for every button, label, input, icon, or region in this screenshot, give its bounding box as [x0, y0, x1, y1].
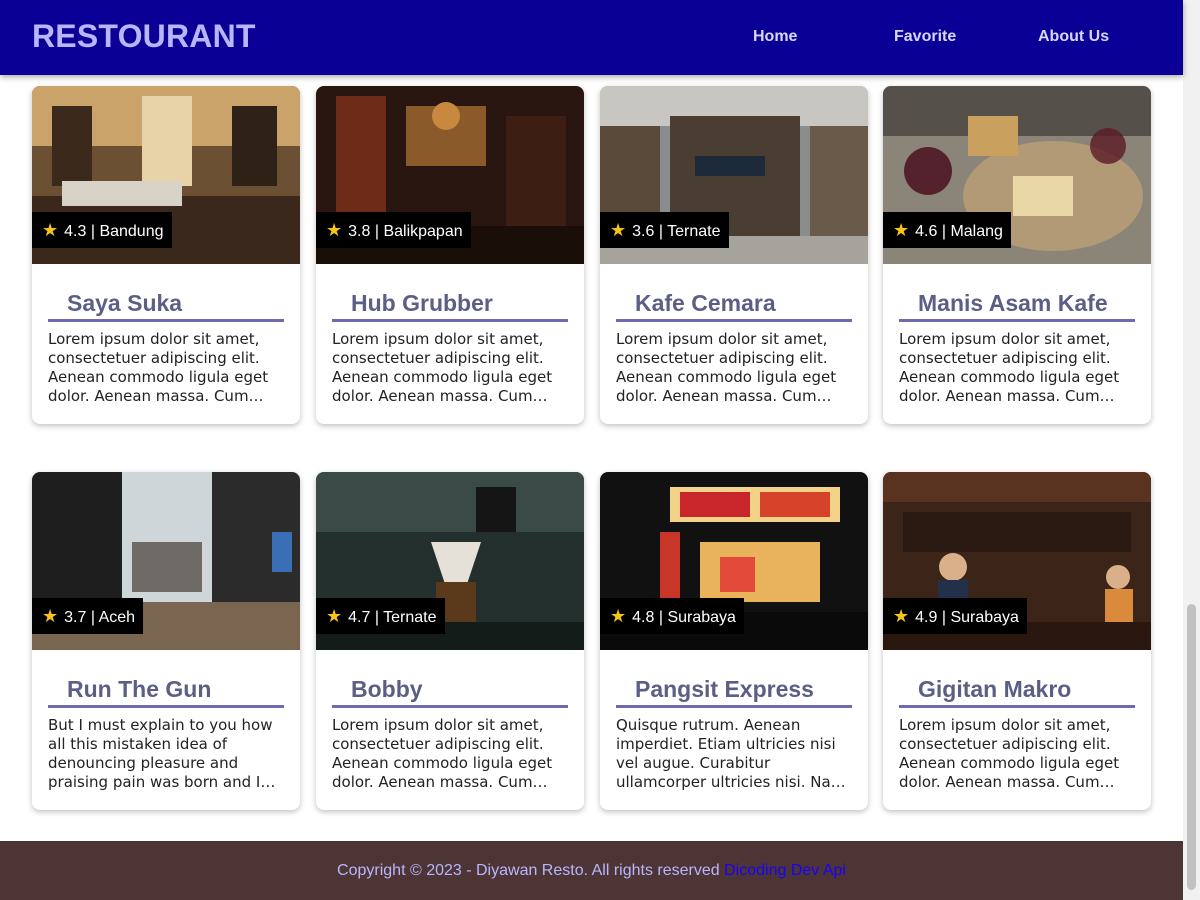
rating-separator: |: [370, 609, 384, 626]
rating-badge: ★ 4.6 | Malang: [883, 212, 1011, 248]
rating-value: 3.8: [348, 223, 371, 240]
rating-value: 3.7: [64, 609, 87, 626]
star-icon: ★: [326, 606, 343, 626]
rating-badge: ★ 3.7 | Aceh: [32, 598, 144, 634]
restaurant-card[interactable]: ★ 3.7 | Aceh Run The Gun But I must explain…: [32, 472, 300, 810]
star-icon: ★: [610, 606, 627, 626]
star-icon: ★: [326, 220, 343, 240]
restaurant-city: Bandung: [99, 223, 164, 240]
rating-badge: ★ 4.3 | Bandung: [32, 212, 172, 248]
rating-badge: ★ 4.7 | Ternate: [316, 598, 445, 634]
nav-home-link[interactable]: Home: [753, 28, 797, 46]
nav-about-link[interactable]: About Us: [1038, 28, 1109, 46]
restaurant-description: Lorem ipsum dolor sit amet, consectetuer…: [616, 330, 837, 405]
restaurant-name[interactable]: Hub Grubber: [332, 286, 568, 322]
rating-badge: ★ 4.8 | Surabaya: [600, 598, 744, 634]
app-header: RESTOURANT Home Favorite About Us: [0, 0, 1183, 75]
restaurant-card[interactable]: ★ 3.6 | Ternate Kafe Cemara Lorem ipsum dol…: [600, 86, 868, 424]
restaurant-name[interactable]: Kafe Cemara: [616, 286, 852, 322]
restaurant-photo: ★ 4.7 | Ternate: [316, 472, 584, 650]
page-footer: Copyright © 2023 - Diyawan Resto. All ri…: [0, 841, 1183, 900]
restaurant-photo: ★ 4.9 | Surabaya: [883, 472, 1151, 650]
restaurant-city: Malang: [950, 223, 1003, 240]
restaurant-description: Lorem ipsum dolor sit amet, consectetuer…: [332, 330, 553, 405]
restaurant-card[interactable]: ★ 4.3 | Bandung Saya Suka Lorem ipsum dolor…: [32, 86, 300, 424]
rating-separator: |: [937, 223, 951, 240]
rating-separator: |: [86, 223, 100, 240]
restaurant-description: But I must explain to you how all this m…: [48, 716, 273, 791]
restaurant-name[interactable]: Run The Gun: [48, 672, 284, 708]
star-icon: ★: [42, 606, 59, 626]
restaurant-card[interactable]: ★ 4.9 | Surabaya Gigitan Makro Lorem ipsum …: [883, 472, 1151, 810]
restaurant-city: Surabaya: [667, 609, 736, 626]
restaurant-card[interactable]: ★ 4.8 | Surabaya Pangsit Express Quisque ru…: [600, 472, 868, 810]
restaurant-photo: ★ 4.6 | Malang: [883, 86, 1151, 264]
star-icon: ★: [893, 606, 910, 626]
rating-value: 4.8: [632, 609, 655, 626]
restaurant-name[interactable]: Gigitan Makro: [899, 672, 1135, 708]
restaurant-description: Lorem ipsum dolor sit amet, consectetuer…: [48, 330, 269, 405]
rating-value: 4.7: [348, 609, 371, 626]
restaurant-name[interactable]: Manis Asam Kafe: [899, 286, 1135, 322]
restaurant-photo: ★ 4.3 | Bandung: [32, 86, 300, 264]
rating-value: 4.9: [915, 609, 938, 626]
rating-separator: |: [86, 609, 99, 626]
restaurant-city: Balikpapan: [383, 223, 463, 240]
brand-logo[interactable]: RESTOURANT: [32, 18, 256, 55]
restaurant-name[interactable]: Bobby: [332, 672, 568, 708]
restaurant-name[interactable]: Pangsit Express: [616, 672, 852, 708]
restaurant-description: Lorem ipsum dolor sit amet, consectetuer…: [899, 330, 1120, 405]
footer-credit-link[interactable]: Dicoding Dev Api: [724, 862, 846, 879]
star-icon: ★: [610, 220, 627, 240]
restaurant-card[interactable]: ★ 4.6 | Malang Manis Asam Kafe Lorem ipsum …: [883, 86, 1151, 424]
rating-badge: ★ 4.9 | Surabaya: [883, 598, 1027, 634]
restaurant-description: Quisque rutrum. Aenean imperdiet. Etiam …: [616, 716, 846, 791]
restaurant-photo: ★ 3.6 | Ternate: [600, 86, 868, 264]
restaurant-city: Surabaya: [950, 609, 1019, 626]
star-icon: ★: [893, 220, 910, 240]
rating-separator: |: [370, 223, 384, 240]
restaurant-city: Aceh: [98, 609, 136, 626]
restaurant-city: Ternate: [383, 609, 437, 626]
star-icon: ★: [42, 220, 59, 240]
scrollbar-thumb[interactable]: [1187, 604, 1196, 890]
rating-badge: ★ 3.8 | Balikpapan: [316, 212, 471, 248]
restaurant-name[interactable]: Saya Suka: [48, 286, 284, 322]
rating-separator: |: [654, 609, 668, 626]
rating-separator: |: [654, 223, 668, 240]
restaurant-photo: ★ 4.8 | Surabaya: [600, 472, 868, 650]
rating-value: 3.6: [632, 223, 655, 240]
nav-favorite-link[interactable]: Favorite: [894, 28, 956, 46]
rating-separator: |: [937, 609, 951, 626]
restaurant-description: Lorem ipsum dolor sit amet, consectetuer…: [899, 716, 1120, 791]
rating-badge: ★ 3.6 | Ternate: [600, 212, 729, 248]
restaurant-description: Lorem ipsum dolor sit amet, consectetuer…: [332, 716, 553, 791]
restaurant-photo: ★ 3.8 | Balikpapan: [316, 86, 584, 264]
rating-value: 4.6: [915, 223, 938, 240]
page-scrollbar[interactable]: [1183, 0, 1200, 900]
restaurant-city: Ternate: [667, 223, 721, 240]
rating-value: 4.3: [64, 223, 87, 240]
restaurant-photo: ★ 3.7 | Aceh: [32, 472, 300, 650]
restaurant-card[interactable]: ★ 4.7 | Ternate Bobby Lorem ipsum dolor sit…: [316, 472, 584, 810]
copyright-text: Copyright © 2023 - Diyawan Resto. All ri…: [337, 862, 720, 879]
restaurant-card[interactable]: ★ 3.8 | Balikpapan Hub Grubber Lorem ipsum …: [316, 86, 584, 424]
